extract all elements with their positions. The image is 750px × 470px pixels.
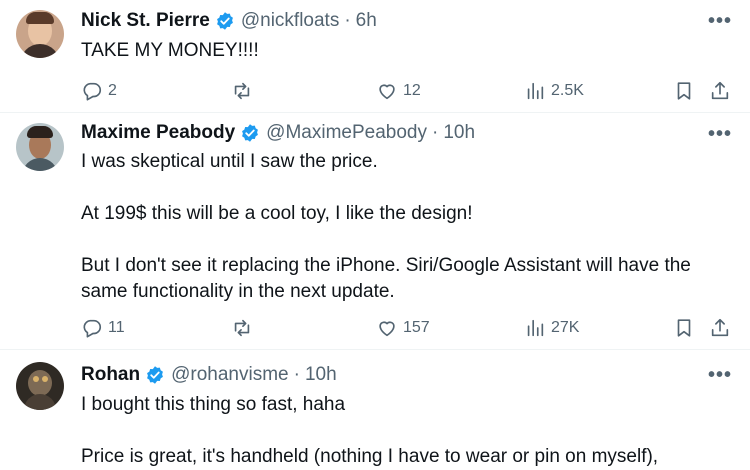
reply-count: 2: [108, 82, 117, 99]
tweet-line: I bought this thing so fast, haha: [81, 394, 346, 415]
views-chart-icon: [527, 319, 544, 337]
reply-icon: [83, 319, 102, 338]
separator-dot: ·: [344, 10, 351, 31]
bookmark-button[interactable]: [673, 317, 695, 339]
author-name[interactable]: Rohan: [81, 364, 140, 386]
more-options-icon[interactable]: •••: [708, 364, 732, 387]
tweet-line: same functionality in the next update.: [81, 281, 395, 302]
verified-badge-icon: [147, 366, 164, 384]
action-bar: 11 157 27K: [81, 317, 734, 341]
reply-button[interactable]: 11: [81, 317, 125, 339]
views-button[interactable]: 2.5K: [524, 80, 584, 102]
bookmark-icon: [677, 82, 691, 100]
views-count: 2.5K: [551, 82, 584, 99]
tweet-rohan[interactable]: Rohan @rohanvisme · 10h ••• I bought thi…: [0, 350, 750, 467]
tweet-line: I was skeptical until I saw the price.: [81, 151, 378, 172]
bookmark-icon: [677, 319, 691, 337]
retweet-button[interactable]: [231, 80, 253, 102]
reply-icon: [83, 82, 102, 101]
reply-count: 11: [108, 319, 125, 336]
action-bar: 2 12 2.5K: [81, 80, 734, 104]
verified-badge-icon: [216, 12, 233, 30]
timestamp[interactable]: 10h: [305, 364, 337, 386]
verified-badge-icon: [242, 124, 259, 142]
author-handle[interactable]: @nickfloats: [241, 10, 340, 32]
share-icon: [711, 318, 729, 337]
share-button[interactable]: [709, 317, 731, 339]
like-count: 157: [403, 319, 430, 336]
heart-icon: [379, 84, 395, 100]
tweet-nick[interactable]: Nick St. Pierre @nickfloats · 6h ••• TAK…: [0, 0, 750, 112]
tweet-text: TAKE MY MONEY!!!!: [81, 38, 721, 64]
author-name[interactable]: Nick St. Pierre: [81, 10, 210, 32]
views-button[interactable]: 27K: [524, 317, 579, 339]
reply-button[interactable]: 2: [81, 80, 117, 102]
like-button[interactable]: 12: [376, 80, 421, 102]
share-icon: [711, 81, 729, 100]
share-button[interactable]: [709, 80, 731, 102]
views-count: 27K: [551, 319, 580, 336]
author-name[interactable]: Maxime Peabody: [81, 122, 235, 144]
author-handle[interactable]: @MaximePeabody: [266, 122, 427, 144]
separator-dot: ·: [293, 364, 300, 385]
avatar[interactable]: [16, 362, 64, 410]
more-options-icon[interactable]: •••: [708, 123, 732, 146]
tweet-line: At 199$ this will be a cool toy, I like …: [81, 203, 473, 224]
like-button[interactable]: 157: [376, 317, 430, 339]
avatar[interactable]: [16, 10, 64, 58]
views-chart-icon: [527, 82, 544, 100]
heart-icon: [379, 321, 395, 337]
bookmark-button[interactable]: [673, 80, 695, 102]
retweet-button[interactable]: [231, 317, 253, 339]
like-count: 12: [403, 82, 421, 99]
retweet-icon: [234, 319, 250, 337]
author-handle[interactable]: @rohanvisme: [171, 364, 289, 386]
retweet-icon: [234, 82, 250, 100]
tweet-text: I bought this thing so fast, haha Price …: [81, 392, 721, 470]
avatar[interactable]: [16, 123, 64, 171]
separator-dot: ·: [431, 122, 439, 143]
more-options-icon[interactable]: •••: [708, 10, 732, 33]
tweet-line: But I don't see it replacing the iPhone.…: [81, 255, 691, 276]
timestamp[interactable]: 10h: [443, 122, 475, 144]
tweet-line: Price is great, it's handheld (nothing I…: [81, 446, 659, 467]
tweet-line: TAKE MY MONEY!!!!: [81, 40, 259, 61]
tweet-text: I was skeptical until I saw the price. A…: [81, 149, 721, 305]
timestamp[interactable]: 6h: [356, 10, 377, 32]
tweet-maxime[interactable]: Maxime Peabody @MaximePeabody · 10h ••• …: [0, 113, 750, 349]
